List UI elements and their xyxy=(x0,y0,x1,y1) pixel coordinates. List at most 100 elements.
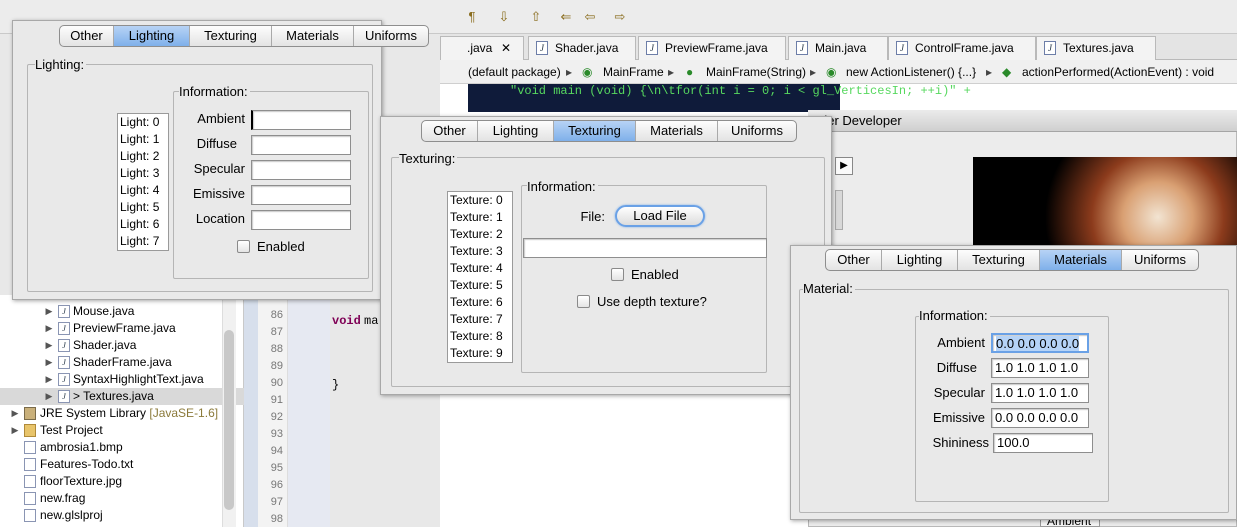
tree-item[interactable]: ▶ J ShaderFrame.java xyxy=(0,354,244,371)
list-item[interactable]: Texture: 7 xyxy=(448,311,512,328)
lighting-panel: Other Lighting Texturing Materials Unifo… xyxy=(12,20,429,300)
tree-item[interactable]: new.glslproj xyxy=(0,507,244,524)
list-item[interactable]: Light: 1 xyxy=(118,131,168,148)
tree-item[interactable]: floorTexture.jpg xyxy=(0,473,244,490)
tree-item[interactable]: ambrosia1.bmp xyxy=(0,439,244,456)
expand-arrow-icon[interactable]: ▶ xyxy=(10,405,20,422)
tab-uniforms[interactable]: Uniforms xyxy=(1122,250,1198,270)
forward-icon[interactable]: ⇨ xyxy=(612,9,628,25)
file-path-field[interactable] xyxy=(523,238,767,258)
tab-texturing[interactable]: Texturing xyxy=(190,26,272,46)
annotation-prev-icon[interactable]: ⇧ xyxy=(528,9,544,25)
editor-tab-label: Main.java xyxy=(815,41,867,55)
pilcrow-icon[interactable]: ¶ xyxy=(464,9,480,25)
list-item[interactable]: Light: 5 xyxy=(118,199,168,216)
list-item[interactable]: Light: 7 xyxy=(118,233,168,250)
play-icon[interactable]: ▶ xyxy=(835,157,853,175)
tab-materials[interactable]: Materials xyxy=(1040,250,1122,270)
expand-arrow-icon[interactable]: ▶ xyxy=(10,422,20,439)
close-icon[interactable]: ✕ xyxy=(501,37,511,59)
side-scrollbar[interactable] xyxy=(835,190,843,230)
list-item[interactable]: Texture: 2 xyxy=(448,226,512,243)
enabled-checkbox[interactable] xyxy=(237,240,250,253)
annotation-next-icon[interactable]: ⇩ xyxy=(496,9,512,25)
tree-item[interactable]: ▶ J PreviewFrame.java xyxy=(0,320,244,337)
expand-arrow-icon[interactable]: ▶ xyxy=(44,354,54,371)
expand-arrow-icon[interactable]: ▶ xyxy=(44,388,54,405)
tab-texturing[interactable]: Texturing xyxy=(554,121,636,141)
scrollbar-thumb[interactable] xyxy=(224,330,234,510)
tab-materials[interactable]: Materials xyxy=(636,121,718,141)
back-icon[interactable]: ⇦ xyxy=(582,9,598,25)
specular-field[interactable]: 1.0 1.0 1.0 1.0 xyxy=(991,383,1089,403)
list-item[interactable]: Texture: 3 xyxy=(448,243,512,260)
load-file-button[interactable]: Load File xyxy=(615,205,705,227)
last-edit-icon[interactable]: ⇐ xyxy=(558,9,574,25)
diffuse-field[interactable] xyxy=(251,135,351,155)
textures-list[interactable]: Texture: 0 Texture: 1 Texture: 2 Texture… xyxy=(447,191,513,363)
expand-arrow-icon[interactable]: ▶ xyxy=(44,371,54,388)
list-item[interactable]: Light: 0 xyxy=(118,114,168,131)
emissive-field[interactable] xyxy=(251,185,351,205)
tab-other[interactable]: Other xyxy=(826,250,882,270)
lights-list[interactable]: Light: 0 Light: 1 Light: 2 Light: 3 Ligh… xyxy=(117,113,169,251)
list-item[interactable]: Light: 2 xyxy=(118,148,168,165)
depth-texture-checkbox[interactable] xyxy=(577,295,590,308)
emissive-field[interactable]: 0.0 0.0 0.0 0.0 xyxy=(991,408,1089,428)
list-item[interactable]: Light: 3 xyxy=(118,165,168,182)
tree-item[interactable]: Features-Todo.txt xyxy=(0,456,244,473)
tab-other[interactable]: Other xyxy=(60,26,114,46)
tree-item-label: > Textures.java xyxy=(73,389,154,403)
ambient-field[interactable] xyxy=(251,110,351,130)
tab-uniforms[interactable]: Uniforms xyxy=(718,121,796,141)
list-item[interactable]: Texture: 1 xyxy=(448,209,512,226)
tab-materials[interactable]: Materials xyxy=(272,26,354,46)
list-item[interactable]: Texture: 4 xyxy=(448,260,512,277)
enabled-checkbox[interactable] xyxy=(611,268,624,281)
list-item[interactable]: Light: 4 xyxy=(118,182,168,199)
editor-tab-main[interactable]: J Main.java xyxy=(788,36,888,60)
breadcrumb-constructor[interactable]: MainFrame(String) xyxy=(706,60,806,84)
list-item[interactable]: Texture: 0 xyxy=(448,192,512,209)
breadcrumb-listener[interactable]: new ActionListener() {...} xyxy=(846,60,976,84)
specular-field[interactable] xyxy=(251,160,351,180)
tab-uniforms[interactable]: Uniforms xyxy=(354,26,428,46)
expand-arrow-icon[interactable]: ▶ xyxy=(44,337,54,354)
library-icon xyxy=(24,407,36,420)
tree-item[interactable]: ▶ J Shader.java xyxy=(0,337,244,354)
editor-tab-controlframe[interactable]: J ControlFrame.java xyxy=(888,36,1036,60)
shininess-field[interactable]: 100.0 xyxy=(993,433,1093,453)
editor-tab-active[interactable]: .java ✕ xyxy=(440,36,524,60)
tree-item[interactable]: ▶ JRE System Library [JavaSE-1.6] xyxy=(0,405,244,422)
tree-item[interactable]: new.frag xyxy=(0,490,244,507)
editor-tab-textures[interactable]: J Textures.java xyxy=(1036,36,1156,60)
editor-tab-previewframe[interactable]: J PreviewFrame.java xyxy=(638,36,786,60)
tab-other[interactable]: Other xyxy=(422,121,478,141)
tab-texturing[interactable]: Texturing xyxy=(958,250,1040,270)
list-item[interactable]: Light: 6 xyxy=(118,216,168,233)
tab-lighting[interactable]: Lighting xyxy=(478,121,554,141)
breadcrumb-method[interactable]: actionPerformed(ActionEvent) : void xyxy=(1022,60,1214,84)
breadcrumb-class[interactable]: MainFrame xyxy=(603,60,664,84)
location-field[interactable] xyxy=(251,210,351,230)
tree-item[interactable]: ▶ J SyntaxHighlightText.java xyxy=(0,371,244,388)
diffuse-field[interactable]: 1.0 1.0 1.0 1.0 xyxy=(991,358,1089,378)
list-item[interactable]: Texture: 8 xyxy=(448,328,512,345)
ambient-field[interactable]: 0.0 0.0 0.0 0.0 xyxy=(991,333,1089,353)
tree-item-label: PreviewFrame.java xyxy=(73,321,176,335)
list-item[interactable]: Texture: 6 xyxy=(448,294,512,311)
expand-arrow-icon[interactable]: ▶ xyxy=(44,303,54,320)
tree-item[interactable]: ▶ J Mouse.java xyxy=(0,303,244,320)
code-keyword: void xyxy=(332,314,361,328)
tree-item-selected[interactable]: ▶ J > Textures.java xyxy=(0,388,244,405)
editor-tab-label: PreviewFrame.java xyxy=(665,41,768,55)
tab-lighting[interactable]: Lighting xyxy=(882,250,958,270)
breadcrumb-package[interactable]: (default package) xyxy=(468,60,561,84)
checkbox-label: Use depth texture? xyxy=(597,294,707,309)
editor-tab-shader[interactable]: J Shader.java xyxy=(528,36,636,60)
list-item[interactable]: Texture: 5 xyxy=(448,277,512,294)
tab-lighting[interactable]: Lighting xyxy=(114,26,190,46)
expand-arrow-icon[interactable]: ▶ xyxy=(44,320,54,337)
tree-item[interactable]: ▶ Test Project xyxy=(0,422,244,439)
list-item[interactable]: Texture: 9 xyxy=(448,345,512,362)
